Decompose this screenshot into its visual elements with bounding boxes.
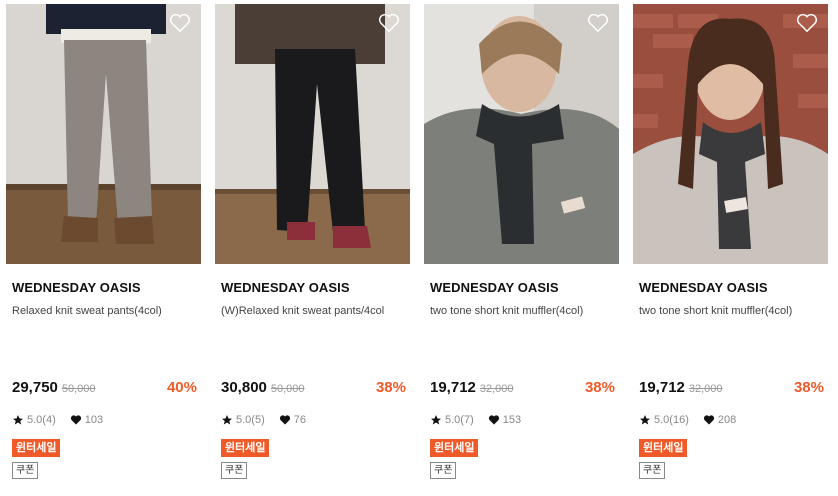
heart-icon bbox=[279, 414, 291, 426]
product-card[interactable]: WEDNESDAY OASIS two tone short knit muff… bbox=[633, 4, 828, 492]
product-card[interactable]: WEDNESDAY OASIS Relaxed knit sweat pants… bbox=[6, 4, 201, 492]
sale-price: 19,712 bbox=[430, 379, 476, 396]
star-icon bbox=[430, 414, 442, 426]
product-card[interactable]: WEDNESDAY OASIS two tone short knit muff… bbox=[424, 4, 619, 492]
star-icon bbox=[12, 414, 24, 426]
product-name[interactable]: two tone short knit muffler(4col) bbox=[430, 305, 620, 317]
heart-icon bbox=[488, 414, 500, 426]
product-meta: 5.0(4) 103 bbox=[12, 414, 103, 426]
original-price: 50,000 bbox=[61, 383, 96, 395]
product-image[interactable] bbox=[6, 4, 201, 264]
product-image[interactable] bbox=[424, 4, 619, 264]
sale-price: 19,712 bbox=[639, 379, 685, 396]
discount-rate: 38% bbox=[584, 379, 615, 396]
product-name[interactable]: two tone short knit muffler(4col) bbox=[639, 305, 829, 317]
star-icon bbox=[639, 414, 651, 426]
rating: 5.0(4) bbox=[27, 414, 56, 426]
sale-price: 29,750 bbox=[12, 379, 58, 396]
product-meta: 5.0(5) 76 bbox=[221, 414, 306, 426]
sale-badge: 윈터세일 bbox=[430, 439, 479, 457]
star-icon bbox=[221, 414, 233, 426]
heart-icon bbox=[70, 414, 82, 426]
sale-badge: 윈터세일 bbox=[12, 439, 61, 457]
brand-name[interactable]: WEDNESDAY OASIS bbox=[430, 280, 559, 295]
product-grid: WEDNESDAY OASIS Relaxed knit sweat pants… bbox=[0, 0, 838, 496]
price: 19,712 32,000 bbox=[430, 379, 514, 396]
heart-icon bbox=[703, 414, 715, 426]
sale-badge: 윈터세일 bbox=[221, 439, 270, 457]
original-price: 50,000 bbox=[270, 383, 305, 395]
product-name[interactable]: Relaxed knit sweat pants(4col) bbox=[12, 305, 202, 317]
sale-badge: 윈터세일 bbox=[639, 439, 688, 457]
like-count: 208 bbox=[717, 414, 737, 426]
rating: 5.0(7) bbox=[445, 414, 474, 426]
original-price: 32,000 bbox=[479, 383, 514, 395]
brand-name[interactable]: WEDNESDAY OASIS bbox=[221, 280, 350, 295]
like-count: 76 bbox=[293, 414, 306, 426]
product-meta: 5.0(16) 208 bbox=[639, 414, 736, 426]
coupon-tag: 쿠폰 bbox=[221, 462, 248, 479]
wishlist-heart-icon[interactable] bbox=[378, 13, 400, 33]
product-card[interactable]: WEDNESDAY OASIS (W)Relaxed knit sweat pa… bbox=[215, 4, 410, 492]
product-meta: 5.0(7) 153 bbox=[430, 414, 521, 426]
discount-rate: 38% bbox=[793, 379, 824, 396]
wishlist-heart-icon[interactable] bbox=[587, 13, 609, 33]
brand-name[interactable]: WEDNESDAY OASIS bbox=[12, 280, 141, 295]
rating: 5.0(5) bbox=[236, 414, 265, 426]
discount-rate: 38% bbox=[375, 379, 406, 396]
discount-rate: 40% bbox=[166, 379, 197, 396]
coupon-tag: 쿠폰 bbox=[639, 462, 666, 479]
price: 29,750 50,000 bbox=[12, 379, 96, 396]
like-count: 103 bbox=[84, 414, 104, 426]
product-name[interactable]: (W)Relaxed knit sweat pants/4col bbox=[221, 305, 411, 317]
brand-name[interactable]: WEDNESDAY OASIS bbox=[639, 280, 768, 295]
rating: 5.0(16) bbox=[654, 414, 689, 426]
coupon-tag: 쿠폰 bbox=[430, 462, 457, 479]
price: 30,800 50,000 bbox=[221, 379, 305, 396]
coupon-tag: 쿠폰 bbox=[12, 462, 39, 479]
product-image[interactable] bbox=[215, 4, 410, 264]
wishlist-heart-icon[interactable] bbox=[796, 13, 818, 33]
product-image[interactable] bbox=[633, 4, 828, 264]
like-count: 153 bbox=[502, 414, 522, 426]
price: 19,712 32,000 bbox=[639, 379, 723, 396]
wishlist-heart-icon[interactable] bbox=[169, 13, 191, 33]
sale-price: 30,800 bbox=[221, 379, 267, 396]
original-price: 32,000 bbox=[688, 383, 723, 395]
